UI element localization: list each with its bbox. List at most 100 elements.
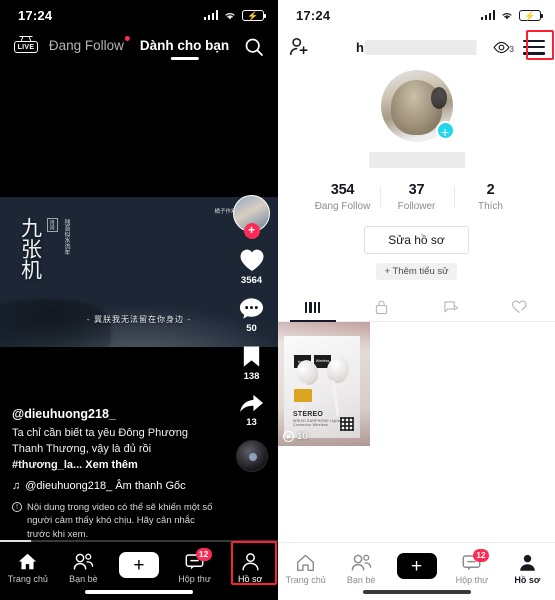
comment-icon [239, 298, 264, 319]
search-icon[interactable] [244, 37, 264, 57]
inbox-badge: 12 [472, 549, 489, 562]
tab-home-label: Trang chủ [285, 575, 326, 585]
stat-likes[interactable]: 2 Thích [453, 182, 528, 212]
tab-reposts[interactable] [417, 293, 486, 321]
info-icon: ! [12, 501, 22, 512]
music-disc-icon[interactable] [235, 440, 268, 472]
caption-more-button[interactable]: Xem thêm [85, 459, 138, 471]
stat-followers[interactable]: 37 Follower [379, 182, 454, 212]
status-icons: ⚡ [480, 9, 544, 21]
tab-private[interactable] [347, 293, 416, 321]
tab-following[interactable]: Đang Follow [49, 35, 130, 57]
tab-home[interactable]: Trang chủ [0, 548, 56, 584]
bookmark-action[interactable]: 138 [240, 344, 263, 382]
video-thumbnail-item[interactable]: hoco Wireless STEREO WIRED EARPHONE Ligh… [278, 322, 370, 446]
product-name-label: STEREO [293, 411, 323, 418]
tab-liked[interactable] [486, 293, 555, 321]
profile-icon [242, 553, 259, 571]
caption-body: Ta chỉ cần biết ta yêu Đông Phương Thanh… [12, 426, 189, 455]
profile-content-tabs [278, 293, 555, 322]
feed-tabs: Đang Follow Dành cho bạn [49, 35, 229, 57]
username-prefix: h [356, 39, 364, 55]
tab-videos-grid[interactable] [278, 293, 347, 321]
music-note-icon: ♫ [12, 479, 21, 492]
thumbnail-photo: hoco Wireless STEREO WIRED EARPHONE Ligh… [278, 322, 370, 446]
add-user-icon[interactable] [288, 36, 310, 58]
bookmark-icon [243, 346, 260, 367]
eye-count: 3 [509, 44, 514, 54]
avatar-add-icon[interactable]: + [435, 121, 455, 140]
tab-profile[interactable]: Hồ sơ [222, 548, 278, 584]
stat-following[interactable]: 354 Đang Follow [306, 182, 380, 212]
tab-profile[interactable]: Hồ sơ [500, 549, 555, 585]
tab-inbox[interactable]: 12 Hộp thư [167, 548, 223, 584]
tab-for-you[interactable]: Dành cho bạn [140, 38, 229, 57]
profile-stats: 354 Đang Follow 37 Follower 2 Thích [278, 182, 555, 212]
profile-avatar-wrapper[interactable]: + [380, 70, 455, 142]
username-redaction-bar [364, 39, 477, 55]
friends-icon [351, 554, 371, 571]
profile-icon [519, 554, 535, 571]
add-bio-button[interactable]: + Thêm tiểu sử [376, 263, 457, 280]
friends-icon [73, 553, 94, 570]
content-warning-text: Nội dung trong video có thể sẽ khiến một… [27, 501, 213, 541]
share-count: 13 [246, 417, 257, 428]
stat-following-label: Đang Follow [314, 201, 371, 212]
dual-screenshot-container: 17:24 ⚡ LIVE Đang Follow Dành cho bạn 九张… [0, 0, 555, 600]
caption-text: Ta chỉ cần biết ta yêu Đông Phương Thanh… [12, 426, 216, 474]
wifi-icon [223, 10, 237, 21]
like-action[interactable]: 3564 [238, 247, 266, 286]
play-icon [283, 431, 294, 442]
tab-friends-label: Bạn bè [346, 575, 376, 585]
plus-icon[interactable]: + [114, 552, 163, 578]
status-time: 17:24 [296, 7, 331, 23]
like-count: 3564 [240, 275, 263, 286]
home-indicator [362, 590, 471, 594]
video-action-rail: + 3564 50 138 13 [233, 195, 270, 472]
qr-code-icon [340, 417, 354, 431]
follow-plus-button[interactable]: + [243, 223, 260, 239]
lock-icon [376, 300, 388, 315]
stat-followers-num: 37 [408, 182, 425, 198]
tab-create[interactable]: + [389, 549, 444, 579]
status-time: 17:24 [18, 7, 53, 23]
tab-friends[interactable]: Bạn bè [56, 548, 112, 584]
tab-home[interactable]: Trang chủ [278, 549, 333, 585]
edit-profile-button[interactable]: Sửa hồ sơ [364, 226, 469, 254]
tab-friends[interactable]: Bạn bè [333, 549, 388, 585]
creator-avatar[interactable]: + [233, 195, 270, 239]
grid-icon [305, 301, 320, 313]
inbox-badge: 12 [195, 548, 212, 561]
left-phone-screen: 17:24 ⚡ LIVE Đang Follow Dành cho bạn 九张… [0, 0, 278, 600]
profile-username-area[interactable]: h [356, 39, 477, 55]
tab-create[interactable]: + [111, 548, 167, 578]
stat-following-num: 354 [330, 182, 355, 198]
tab-for-you-label: Dành cho bạn [139, 37, 230, 53]
video-title-calligraphy: 九张机 诗词 残音似水流年 [18, 217, 71, 280]
hamburger-menu-icon[interactable] [523, 39, 545, 56]
caption-music-row[interactable]: ♫ @dieuhuong218_ Âm thanh Gốc [12, 480, 216, 492]
comment-action[interactable]: 50 [238, 296, 265, 334]
bookmark-count: 138 [243, 371, 260, 382]
feed-top-nav: LIVE Đang Follow Dành cho bạn [0, 30, 278, 64]
handle-redaction-bar [368, 152, 465, 168]
tab-inbox[interactable]: 12 Hộp thư [444, 549, 499, 585]
product-box-art: hoco Wireless STEREO WIRED EARPHONE Ligh… [284, 336, 360, 438]
plus-icon[interactable]: + [392, 553, 441, 579]
caption-username[interactable]: @dieuhuong218_ [12, 407, 216, 421]
notification-dot-icon [124, 35, 130, 41]
battery-charging-icon: ⚡ [242, 9, 267, 21]
caption-hashtag[interactable]: #thương_la... [12, 459, 82, 471]
home-icon [297, 554, 315, 571]
live-icon[interactable]: LIVE [14, 36, 38, 58]
music-label: @dieuhuong218_ Âm thanh Gốc [25, 479, 186, 492]
home-indicator [85, 590, 193, 594]
stat-likes-label: Thích [477, 201, 503, 212]
eye-icon[interactable]: 3 [493, 41, 514, 54]
share-action[interactable]: 13 [238, 392, 265, 428]
cellular-bars-icon [203, 10, 218, 20]
wifi-icon [500, 10, 514, 21]
profile-video-grid: hoco Wireless STEREO WIRED EARPHONE Ligh… [278, 322, 555, 446]
video-play-count: 10 [283, 431, 308, 442]
profile-top-right-actions: 3 [493, 39, 545, 56]
